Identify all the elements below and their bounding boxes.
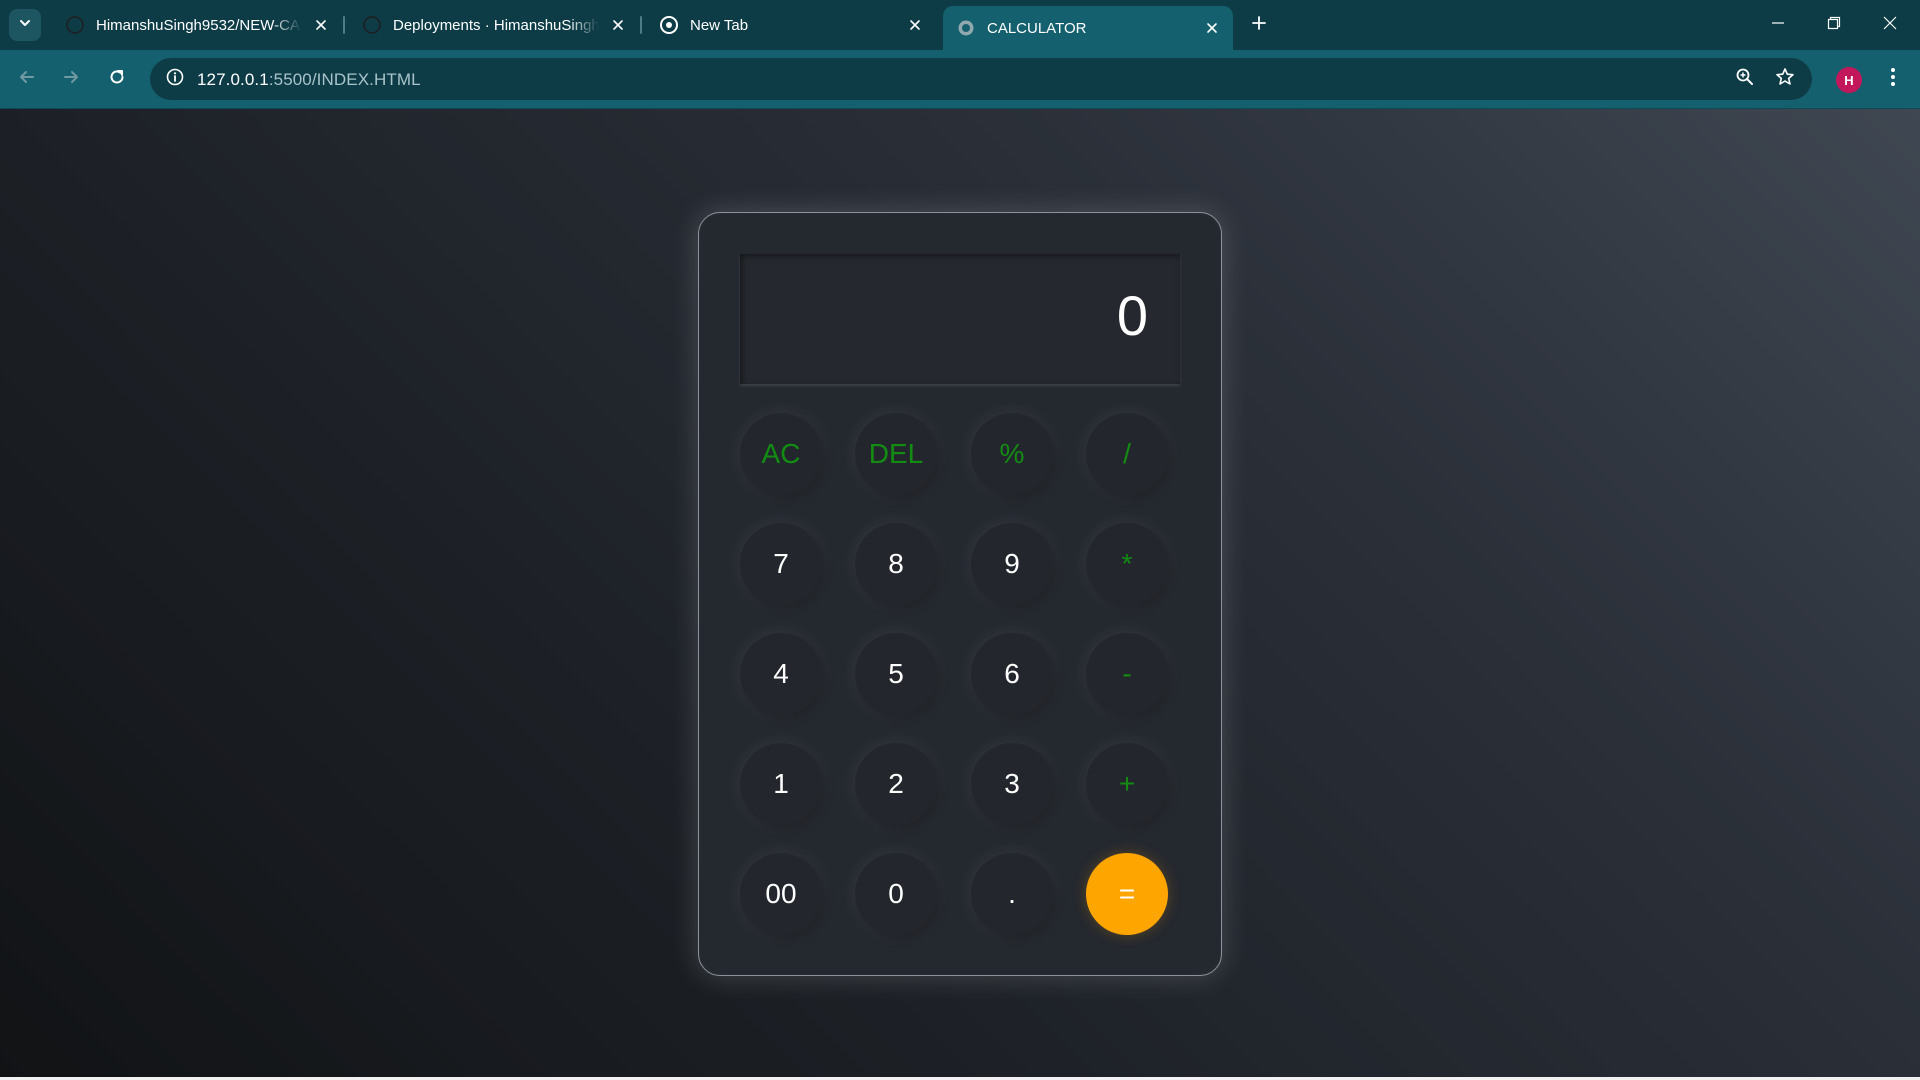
tab-deployments[interactable]: Deployments · HimanshuSingh9532	[349, 6, 639, 44]
github-icon	[363, 16, 381, 34]
close-icon[interactable]	[310, 14, 332, 36]
tab-search-button[interactable]	[9, 9, 41, 41]
new-tab-button[interactable]	[1245, 11, 1273, 39]
tab-title: HimanshuSingh9532/NEW-CALCULATOR	[96, 16, 302, 34]
key-equals[interactable]: =	[1086, 853, 1168, 935]
key-5[interactable]: 5	[855, 633, 937, 715]
url-text[interactable]: 127.0.0.1:5500/INDEX.HTML	[197, 70, 421, 90]
tab-title: Deployments · HimanshuSingh9532	[393, 16, 599, 34]
key-double-zero[interactable]: 00	[740, 853, 822, 935]
key-2[interactable]: 2	[855, 743, 937, 825]
url-path: :5500/INDEX.HTML	[268, 70, 421, 89]
display-value: 0	[1116, 284, 1148, 347]
browser-menu-button[interactable]	[1878, 64, 1908, 94]
key-6[interactable]: 6	[971, 633, 1053, 715]
bookmark-button[interactable]	[1770, 64, 1800, 94]
globe-icon	[957, 19, 975, 37]
arrow-right-icon	[62, 68, 80, 91]
close-icon[interactable]	[904, 14, 926, 36]
minimize-icon	[1771, 16, 1785, 35]
zoom-button[interactable]	[1730, 64, 1760, 94]
key-3[interactable]: 3	[971, 743, 1053, 825]
tab-divider	[640, 16, 642, 34]
tab-calculator[interactable]: CALCULATOR	[943, 6, 1233, 50]
forward-button[interactable]	[56, 64, 86, 94]
key-9[interactable]: 9	[971, 523, 1053, 605]
zoom-in-icon	[1735, 67, 1755, 92]
window-close-button[interactable]	[1862, 0, 1918, 50]
key-delete[interactable]: DEL	[855, 413, 937, 495]
close-icon[interactable]	[1201, 17, 1223, 39]
address-bar[interactable]: 127.0.0.1:5500/INDEX.HTML	[150, 58, 1812, 100]
key-divide[interactable]: /	[1086, 413, 1168, 495]
tab-strip: HimanshuSingh9532/NEW-CALCULATOR Deploym…	[0, 0, 1920, 50]
chevron-down-icon	[18, 16, 32, 35]
close-icon	[1883, 16, 1897, 35]
calculator-display: 0	[740, 254, 1180, 384]
tab-github-repo[interactable]: HimanshuSingh9532/NEW-CALCULATOR	[52, 6, 342, 44]
key-1[interactable]: 1	[740, 743, 822, 825]
key-add[interactable]: +	[1086, 743, 1168, 825]
site-info-button[interactable]	[160, 64, 190, 94]
key-multiply[interactable]: *	[1086, 523, 1168, 605]
tab-divider	[343, 16, 345, 34]
info-icon	[166, 68, 184, 91]
key-8[interactable]: 8	[855, 523, 937, 605]
reload-icon	[108, 68, 126, 91]
arrow-left-icon	[18, 68, 36, 91]
restore-button[interactable]	[1806, 0, 1862, 50]
key-all-clear[interactable]: AC	[740, 413, 822, 495]
reload-button[interactable]	[102, 64, 132, 94]
github-icon	[66, 16, 84, 34]
browser-toolbar: 127.0.0.1:5500/INDEX.HTML H	[0, 50, 1920, 109]
url-host: 127.0.0.1	[197, 70, 269, 89]
plus-icon	[1251, 15, 1267, 36]
tab-title: New Tab	[690, 16, 749, 34]
minimize-button[interactable]	[1750, 0, 1806, 50]
close-icon[interactable]	[607, 14, 629, 36]
key-7[interactable]: 7	[740, 523, 822, 605]
tab-title: CALCULATOR	[987, 19, 1087, 37]
more-vertical-icon	[1890, 67, 1896, 92]
chrome-icon	[660, 16, 678, 34]
key-percent[interactable]: %	[971, 413, 1053, 495]
key-0[interactable]: 0	[855, 853, 937, 935]
key-subtract[interactable]: -	[1086, 633, 1168, 715]
key-4[interactable]: 4	[740, 633, 822, 715]
back-button[interactable]	[12, 64, 42, 94]
key-decimal[interactable]: .	[971, 853, 1053, 935]
restore-icon	[1827, 16, 1841, 35]
profile-avatar[interactable]: H	[1836, 67, 1862, 93]
calculator: 0 AC DEL % / 7 8 9 * 4 5 6 - 1 2 3 + 00 …	[698, 212, 1222, 976]
tab-new-tab[interactable]: New Tab	[646, 6, 936, 44]
star-icon	[1775, 67, 1795, 92]
